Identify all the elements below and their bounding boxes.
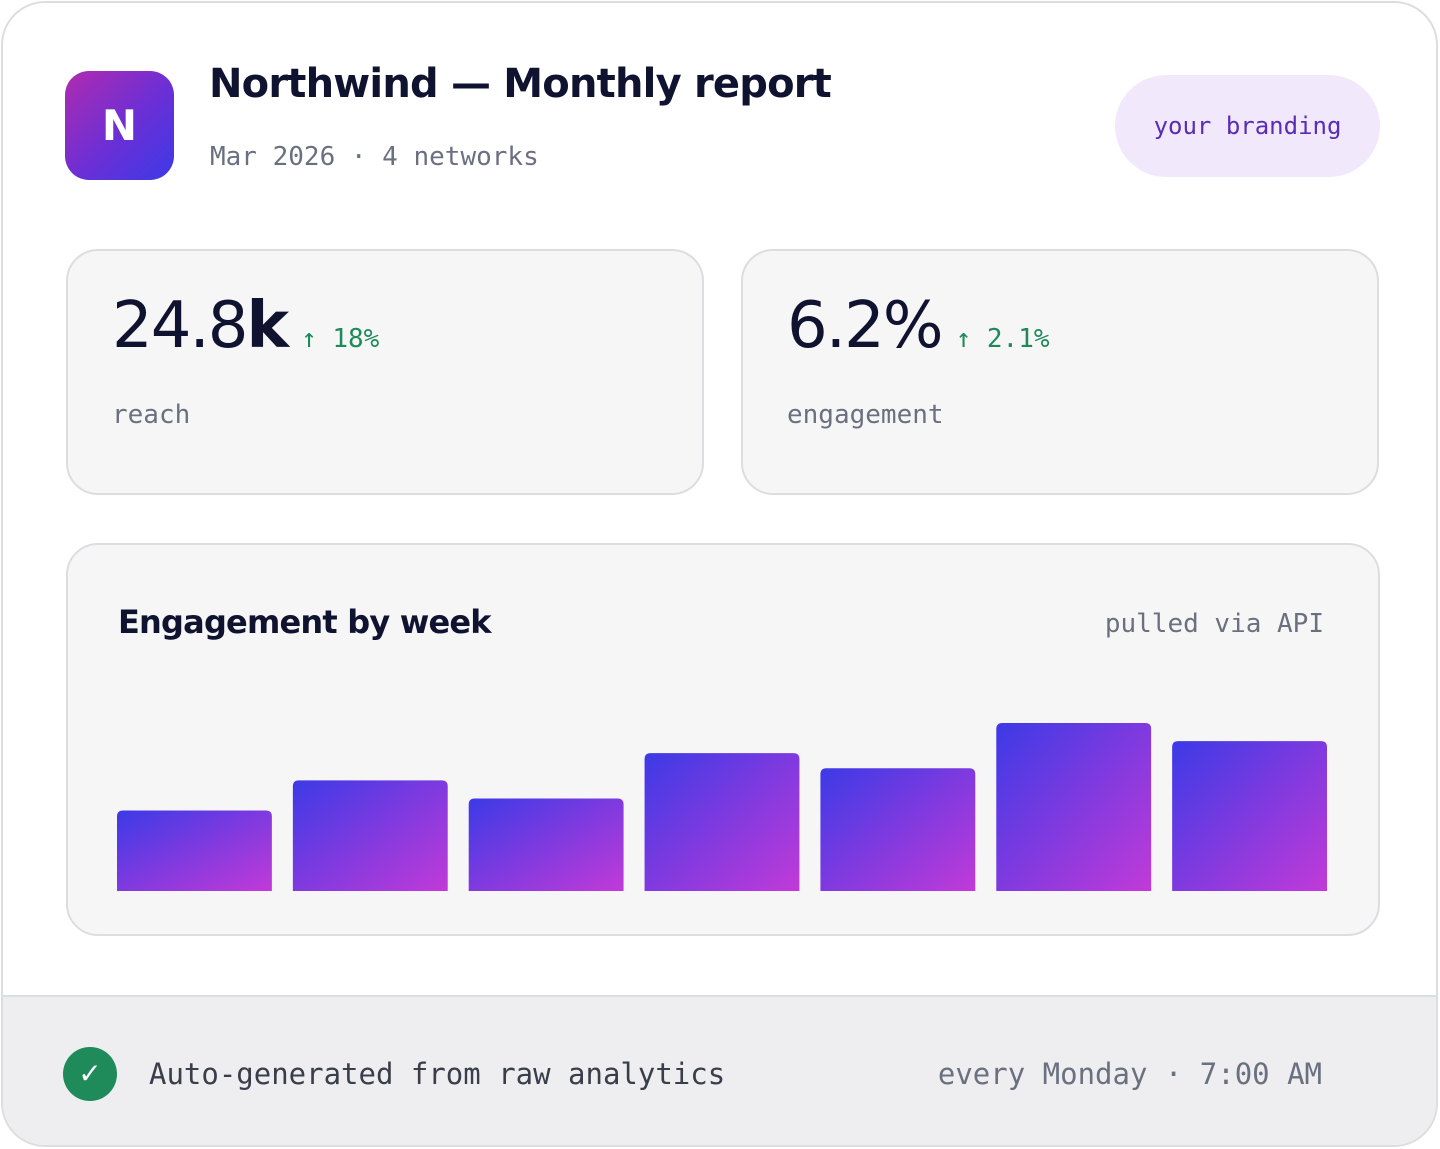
chart-bar (1172, 741, 1327, 891)
brand-logo: N (65, 71, 174, 180)
metric-unit: k (246, 289, 290, 363)
metric-card-engagement: 6.2% ↑ 2.1% engagement (741, 249, 1379, 495)
check-icon: ✓ (63, 1047, 117, 1101)
page-title: Northwind — Monthly report (209, 61, 832, 107)
footer-schedule: every Monday · 7:00 AM (937, 1057, 1322, 1091)
brand-logo-letter: N (101, 101, 138, 150)
engagement-bar-chart (117, 723, 1327, 891)
chart-bar (820, 768, 976, 891)
branding-badge[interactable]: your branding (1115, 75, 1380, 177)
branding-badge-label: your branding (1153, 112, 1342, 140)
footer-status-text: Auto-generated from raw analytics (149, 1057, 726, 1091)
chart-bar (292, 780, 448, 891)
engagement-chart-card: Engagement by week pulled via API (66, 543, 1380, 936)
footer-bar: ✓ Auto-generated from raw analytics ever… (3, 995, 1436, 1145)
metric-label: engagement (787, 400, 944, 430)
metric-value: 24.8k (112, 289, 290, 363)
chart-bar (468, 798, 624, 891)
metric-delta: ↑ 2.1% (955, 324, 1050, 354)
metric-number: 6.2 (787, 289, 885, 363)
metric-number: 24.8 (112, 289, 248, 363)
metric-value-row: 6.2% ↑ 2.1% (787, 289, 1050, 363)
chart-bar (117, 810, 272, 891)
metric-card-reach: 24.8k ↑ 18% reach (66, 249, 704, 495)
report-subtitle: Mar 2026 · 4 networks (210, 142, 539, 172)
metric-label: reach (112, 400, 191, 430)
metric-unit: % (882, 289, 944, 363)
metric-delta: ↑ 18% (301, 324, 380, 354)
chart-bar (644, 753, 800, 891)
metric-value-row: 24.8k ↑ 18% (112, 289, 379, 363)
chart-bar (996, 723, 1152, 891)
metric-value: 6.2% (787, 289, 944, 363)
report-card: N Northwind — Monthly report Mar 2026 · … (1, 1, 1438, 1147)
